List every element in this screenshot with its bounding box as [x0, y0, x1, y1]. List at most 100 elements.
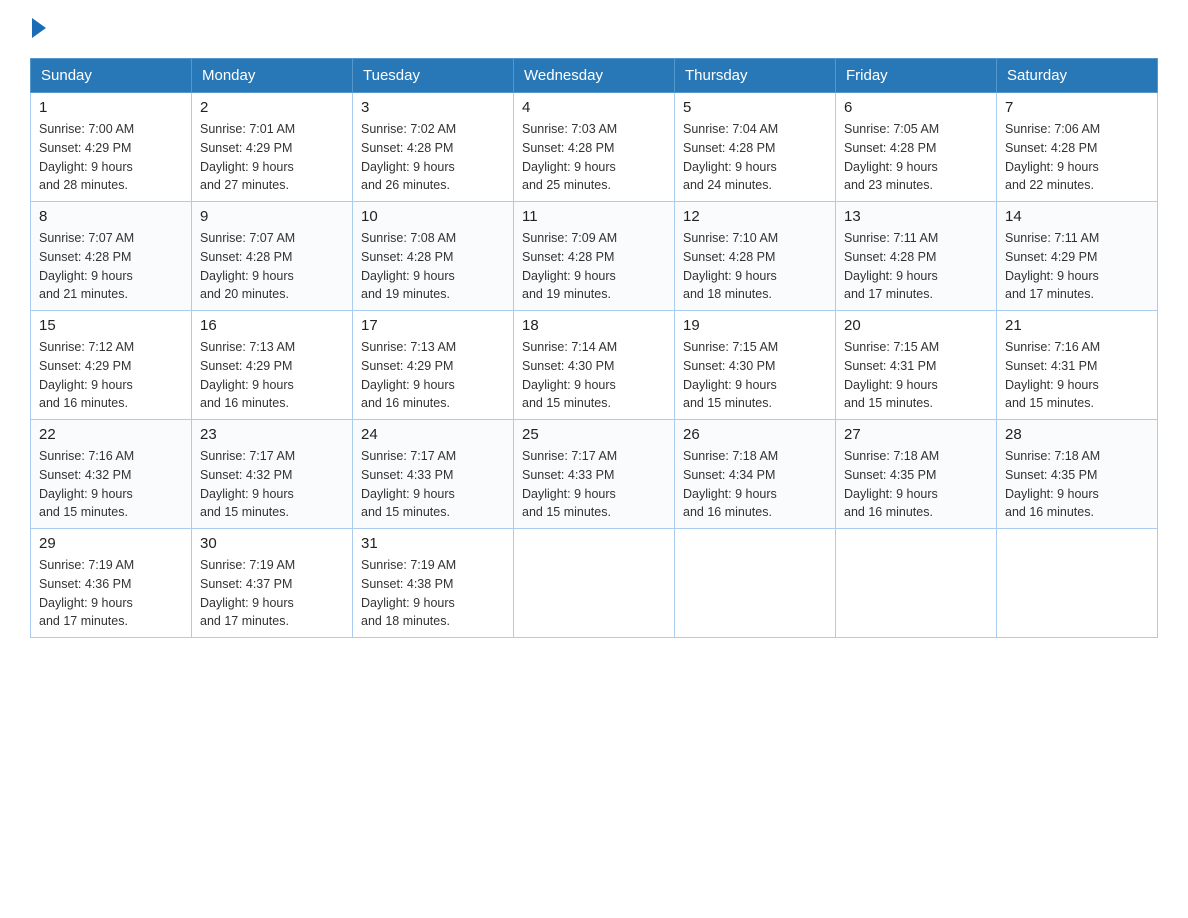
day-number: 31 [361, 535, 505, 552]
calendar-header-friday: Friday [836, 59, 997, 93]
calendar-cell: 1 Sunrise: 7:00 AM Sunset: 4:29 PM Dayli… [31, 93, 192, 202]
day-number: 29 [39, 535, 183, 552]
day-info: Sunrise: 7:16 AM Sunset: 4:32 PM Dayligh… [39, 447, 183, 522]
day-info: Sunrise: 7:17 AM Sunset: 4:32 PM Dayligh… [200, 447, 344, 522]
day-info: Sunrise: 7:10 AM Sunset: 4:28 PM Dayligh… [683, 229, 827, 304]
day-number: 7 [1005, 99, 1149, 116]
day-info: Sunrise: 7:11 AM Sunset: 4:29 PM Dayligh… [1005, 229, 1149, 304]
calendar-cell: 19 Sunrise: 7:15 AM Sunset: 4:30 PM Dayl… [675, 311, 836, 420]
calendar-header-saturday: Saturday [997, 59, 1158, 93]
day-info: Sunrise: 7:08 AM Sunset: 4:28 PM Dayligh… [361, 229, 505, 304]
calendar-cell: 14 Sunrise: 7:11 AM Sunset: 4:29 PM Dayl… [997, 202, 1158, 311]
day-number: 6 [844, 99, 988, 116]
day-info: Sunrise: 7:14 AM Sunset: 4:30 PM Dayligh… [522, 338, 666, 413]
day-info: Sunrise: 7:19 AM Sunset: 4:38 PM Dayligh… [361, 556, 505, 631]
day-number: 8 [39, 208, 183, 225]
calendar-week-row: 8 Sunrise: 7:07 AM Sunset: 4:28 PM Dayli… [31, 202, 1158, 311]
calendar-cell: 3 Sunrise: 7:02 AM Sunset: 4:28 PM Dayli… [353, 93, 514, 202]
calendar-cell: 13 Sunrise: 7:11 AM Sunset: 4:28 PM Dayl… [836, 202, 997, 311]
calendar-cell: 16 Sunrise: 7:13 AM Sunset: 4:29 PM Dayl… [192, 311, 353, 420]
calendar-cell: 30 Sunrise: 7:19 AM Sunset: 4:37 PM Dayl… [192, 529, 353, 638]
calendar-cell: 17 Sunrise: 7:13 AM Sunset: 4:29 PM Dayl… [353, 311, 514, 420]
calendar-cell: 12 Sunrise: 7:10 AM Sunset: 4:28 PM Dayl… [675, 202, 836, 311]
day-info: Sunrise: 7:07 AM Sunset: 4:28 PM Dayligh… [39, 229, 183, 304]
day-info: Sunrise: 7:05 AM Sunset: 4:28 PM Dayligh… [844, 120, 988, 195]
calendar-week-row: 15 Sunrise: 7:12 AM Sunset: 4:29 PM Dayl… [31, 311, 1158, 420]
day-number: 10 [361, 208, 505, 225]
calendar-week-row: 22 Sunrise: 7:16 AM Sunset: 4:32 PM Dayl… [31, 420, 1158, 529]
day-number: 30 [200, 535, 344, 552]
calendar-table: SundayMondayTuesdayWednesdayThursdayFrid… [30, 58, 1158, 638]
day-info: Sunrise: 7:15 AM Sunset: 4:30 PM Dayligh… [683, 338, 827, 413]
day-number: 4 [522, 99, 666, 116]
day-number: 1 [39, 99, 183, 116]
calendar-cell: 6 Sunrise: 7:05 AM Sunset: 4:28 PM Dayli… [836, 93, 997, 202]
day-number: 28 [1005, 426, 1149, 443]
calendar-header-wednesday: Wednesday [514, 59, 675, 93]
day-number: 2 [200, 99, 344, 116]
day-info: Sunrise: 7:16 AM Sunset: 4:31 PM Dayligh… [1005, 338, 1149, 413]
calendar-header-monday: Monday [192, 59, 353, 93]
calendar-cell: 20 Sunrise: 7:15 AM Sunset: 4:31 PM Dayl… [836, 311, 997, 420]
day-number: 11 [522, 208, 666, 225]
day-info: Sunrise: 7:01 AM Sunset: 4:29 PM Dayligh… [200, 120, 344, 195]
day-number: 25 [522, 426, 666, 443]
day-info: Sunrise: 7:11 AM Sunset: 4:28 PM Dayligh… [844, 229, 988, 304]
day-info: Sunrise: 7:02 AM Sunset: 4:28 PM Dayligh… [361, 120, 505, 195]
calendar-header-thursday: Thursday [675, 59, 836, 93]
calendar-cell: 31 Sunrise: 7:19 AM Sunset: 4:38 PM Dayl… [353, 529, 514, 638]
day-info: Sunrise: 7:19 AM Sunset: 4:36 PM Dayligh… [39, 556, 183, 631]
calendar-cell: 11 Sunrise: 7:09 AM Sunset: 4:28 PM Dayl… [514, 202, 675, 311]
day-number: 20 [844, 317, 988, 334]
calendar-cell: 28 Sunrise: 7:18 AM Sunset: 4:35 PM Dayl… [997, 420, 1158, 529]
day-number: 26 [683, 426, 827, 443]
calendar-cell: 26 Sunrise: 7:18 AM Sunset: 4:34 PM Dayl… [675, 420, 836, 529]
calendar-cell: 10 Sunrise: 7:08 AM Sunset: 4:28 PM Dayl… [353, 202, 514, 311]
calendar-header-sunday: Sunday [31, 59, 192, 93]
day-info: Sunrise: 7:13 AM Sunset: 4:29 PM Dayligh… [361, 338, 505, 413]
day-number: 9 [200, 208, 344, 225]
calendar-cell: 27 Sunrise: 7:18 AM Sunset: 4:35 PM Dayl… [836, 420, 997, 529]
day-number: 27 [844, 426, 988, 443]
day-info: Sunrise: 7:09 AM Sunset: 4:28 PM Dayligh… [522, 229, 666, 304]
day-number: 15 [39, 317, 183, 334]
day-info: Sunrise: 7:19 AM Sunset: 4:37 PM Dayligh… [200, 556, 344, 631]
page-header [30, 20, 1158, 40]
calendar-header-tuesday: Tuesday [353, 59, 514, 93]
day-number: 14 [1005, 208, 1149, 225]
calendar-cell: 21 Sunrise: 7:16 AM Sunset: 4:31 PM Dayl… [997, 311, 1158, 420]
calendar-cell: 7 Sunrise: 7:06 AM Sunset: 4:28 PM Dayli… [997, 93, 1158, 202]
calendar-cell [836, 529, 997, 638]
calendar-cell: 25 Sunrise: 7:17 AM Sunset: 4:33 PM Dayl… [514, 420, 675, 529]
day-info: Sunrise: 7:17 AM Sunset: 4:33 PM Dayligh… [522, 447, 666, 522]
calendar-cell [514, 529, 675, 638]
calendar-cell: 29 Sunrise: 7:19 AM Sunset: 4:36 PM Dayl… [31, 529, 192, 638]
calendar-cell: 15 Sunrise: 7:12 AM Sunset: 4:29 PM Dayl… [31, 311, 192, 420]
calendar-header-row: SundayMondayTuesdayWednesdayThursdayFrid… [31, 59, 1158, 93]
day-number: 24 [361, 426, 505, 443]
day-number: 5 [683, 99, 827, 116]
day-number: 3 [361, 99, 505, 116]
calendar-cell: 2 Sunrise: 7:01 AM Sunset: 4:29 PM Dayli… [192, 93, 353, 202]
calendar-cell: 5 Sunrise: 7:04 AM Sunset: 4:28 PM Dayli… [675, 93, 836, 202]
calendar-cell: 8 Sunrise: 7:07 AM Sunset: 4:28 PM Dayli… [31, 202, 192, 311]
day-info: Sunrise: 7:18 AM Sunset: 4:35 PM Dayligh… [1005, 447, 1149, 522]
day-info: Sunrise: 7:07 AM Sunset: 4:28 PM Dayligh… [200, 229, 344, 304]
day-info: Sunrise: 7:18 AM Sunset: 4:35 PM Dayligh… [844, 447, 988, 522]
day-number: 23 [200, 426, 344, 443]
calendar-cell: 24 Sunrise: 7:17 AM Sunset: 4:33 PM Dayl… [353, 420, 514, 529]
day-number: 18 [522, 317, 666, 334]
calendar-cell [997, 529, 1158, 638]
calendar-cell: 22 Sunrise: 7:16 AM Sunset: 4:32 PM Dayl… [31, 420, 192, 529]
calendar-cell: 4 Sunrise: 7:03 AM Sunset: 4:28 PM Dayli… [514, 93, 675, 202]
day-info: Sunrise: 7:15 AM Sunset: 4:31 PM Dayligh… [844, 338, 988, 413]
calendar-cell: 23 Sunrise: 7:17 AM Sunset: 4:32 PM Dayl… [192, 420, 353, 529]
logo [30, 20, 46, 40]
calendar-week-row: 1 Sunrise: 7:00 AM Sunset: 4:29 PM Dayli… [31, 93, 1158, 202]
calendar-cell: 18 Sunrise: 7:14 AM Sunset: 4:30 PM Dayl… [514, 311, 675, 420]
day-number: 16 [200, 317, 344, 334]
day-info: Sunrise: 7:00 AM Sunset: 4:29 PM Dayligh… [39, 120, 183, 195]
calendar-week-row: 29 Sunrise: 7:19 AM Sunset: 4:36 PM Dayl… [31, 529, 1158, 638]
day-info: Sunrise: 7:17 AM Sunset: 4:33 PM Dayligh… [361, 447, 505, 522]
day-number: 19 [683, 317, 827, 334]
